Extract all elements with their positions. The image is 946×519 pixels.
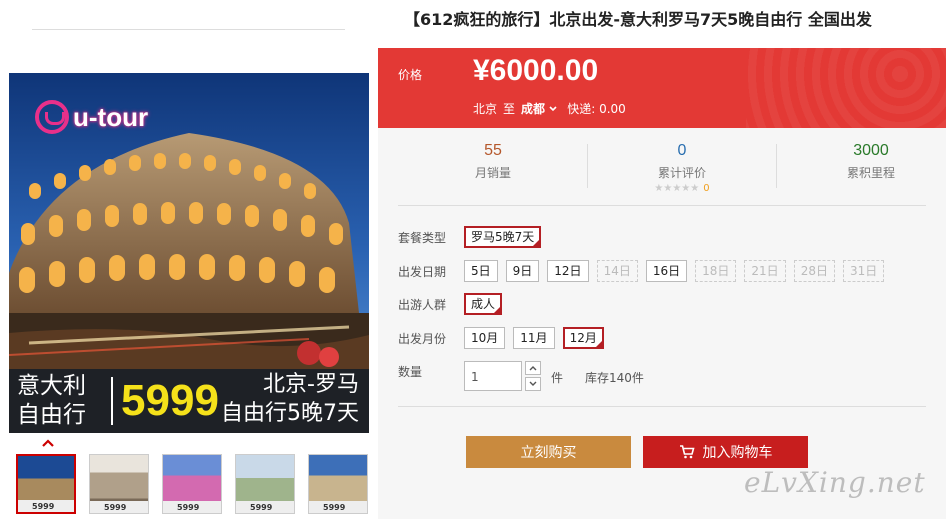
departure-date-options: 5日 9日 12日 14日 16日 18日 21日 28日 31日 xyxy=(464,260,885,282)
traveler-option-adult[interactable]: 成人 xyxy=(464,293,503,315)
date-option-28: 28日 xyxy=(793,260,835,282)
add-to-cart-label: 加入购物车 xyxy=(702,445,773,461)
stats-row: 55 月销量 0 累计评价 ★★★★★ 0 3000 累积里程 xyxy=(378,128,946,200)
thumbnail-price: 5999 xyxy=(250,503,273,512)
thumbnail-price: 5999 xyxy=(32,502,55,511)
quantity-increase-button[interactable] xyxy=(525,361,541,375)
top-divider xyxy=(32,29,345,30)
departure-month-options: 10月 11月 12月 xyxy=(464,327,604,349)
chevron-up-icon xyxy=(529,366,537,371)
quantity-label: 数量 xyxy=(398,365,423,379)
promo-route-line1: 北京-罗马 xyxy=(263,372,359,397)
cart-icon xyxy=(679,445,695,459)
utour-logo-mark xyxy=(35,100,69,134)
buy-now-button[interactable]: 立刻购买 xyxy=(466,436,631,468)
utour-logo-text: u-tour xyxy=(73,101,149,132)
thumbnail-3[interactable]: 5999 xyxy=(162,454,222,514)
travelers-options: 成人 xyxy=(464,293,503,315)
promo-destination: 意大利 自由行 xyxy=(17,372,105,430)
date-option-21: 21日 xyxy=(744,260,786,282)
date-option-12[interactable]: 12日 xyxy=(547,260,589,282)
mileage-value: 3000 xyxy=(853,142,889,159)
thumbnail-price: 5999 xyxy=(177,503,200,512)
package-type-options: 罗马5晚7天 xyxy=(464,226,542,248)
shipping-route: 北京 至 成都 快递: 0.00 xyxy=(473,100,626,117)
date-option-18: 18日 xyxy=(695,260,737,282)
thumbnail-price: 5999 xyxy=(323,503,346,512)
month-option-10[interactable]: 10月 xyxy=(464,327,506,349)
product-title: 【612疯狂的旅行】北京出发-意大利罗马7天5晚自由行 全国出发 xyxy=(404,10,872,29)
mileage-stat: 3000 累积里程 xyxy=(776,142,946,181)
package-type-label: 套餐类型 xyxy=(398,230,447,245)
shipping-fee: 快递: 0.00 xyxy=(567,102,626,116)
rating-stars: ★★★★★ 0 xyxy=(587,183,777,194)
star-icons: ★★★★★ xyxy=(654,183,700,194)
quantity-stepper xyxy=(525,361,541,391)
monthly-sales-stat: 55 月销量 xyxy=(398,142,588,181)
reviews-label: 累计评价 xyxy=(657,166,706,180)
utour-logo: u-tour xyxy=(35,97,148,137)
price-label: 价格 xyxy=(398,68,423,82)
stock-count: 库存140件 xyxy=(585,371,644,385)
promo-price: 5999 xyxy=(121,376,219,425)
to-city-label: 成都 xyxy=(521,102,546,116)
package-type-row: 套餐类型 罗马5晚7天 xyxy=(398,226,542,248)
mileage-label: 累积里程 xyxy=(846,166,895,180)
date-option-16[interactable]: 16日 xyxy=(645,260,688,282)
thumbnail-5[interactable]: 5999 xyxy=(308,454,368,514)
quantity-input[interactable]: 1 xyxy=(464,361,522,391)
promo-destination-line1: 意大利 xyxy=(17,373,86,399)
chevron-down-icon xyxy=(549,106,557,112)
to-word: 至 xyxy=(503,102,516,116)
image-promo-band: 意大利 自由行 5999 北京-罗马 自由行5晚7天 xyxy=(9,369,369,433)
main-product-image[interactable]: u-tour 意大利 自由行 5999 北京-罗马 自由行5晚7天 xyxy=(9,73,369,433)
departure-date-label: 出发日期 xyxy=(398,264,447,279)
promo-separator xyxy=(111,377,113,425)
to-city-select[interactable]: 成都 xyxy=(521,100,557,117)
promo-route: 北京-罗马 自由行5晚7天 xyxy=(221,370,359,428)
chevron-down-icon xyxy=(529,381,537,386)
thumbnail-1[interactable]: 5999 xyxy=(16,454,76,514)
monthly-sales-label: 月销量 xyxy=(474,166,511,180)
quantity-unit: 件 xyxy=(551,371,564,385)
travelers-row: 出游人群 成人 xyxy=(398,293,503,315)
package-option[interactable]: 罗马5晚7天 xyxy=(464,226,542,248)
departure-month-label: 出发月份 xyxy=(398,331,447,346)
month-option-11[interactable]: 11月 xyxy=(513,327,555,349)
thumbnail-4[interactable]: 5999 xyxy=(235,454,295,514)
departure-month-row: 出发月份 10月 11月 12月 xyxy=(398,327,604,349)
thumbnail-strip: 5999 5999 5999 5999 5999 xyxy=(16,454,368,514)
quantity-row: 数量 1 件 库存140件 xyxy=(398,361,644,391)
options-divider xyxy=(398,406,926,407)
date-option-31: 31日 xyxy=(842,260,885,282)
month-option-12[interactable]: 12月 xyxy=(562,327,604,349)
date-option-14: 14日 xyxy=(596,260,638,282)
monthly-sales-value: 55 xyxy=(484,142,502,159)
site-watermark: eLvXing.net xyxy=(744,466,926,499)
add-to-cart-button[interactable]: 加入购物车 xyxy=(643,436,808,468)
chevron-up-icon[interactable] xyxy=(42,437,54,449)
promo-destination-line2: 自由行 xyxy=(17,402,86,428)
price-value: ¥6000.00 xyxy=(473,54,599,87)
reviews-value: 0 xyxy=(677,142,687,159)
departure-date-row: 出发日期 5日 9日 12日 14日 16日 18日 21日 28日 31日 xyxy=(398,260,885,282)
date-option-9[interactable]: 9日 xyxy=(505,260,540,282)
date-option-5[interactable]: 5日 xyxy=(464,260,498,282)
price-panel: 价格 ¥6000.00 北京 至 成都 快递: 0.00 xyxy=(378,48,946,128)
rating-score: 0 xyxy=(703,183,710,194)
reviews-stat[interactable]: 0 累计评价 ★★★★★ 0 xyxy=(587,142,777,194)
travelers-label: 出游人群 xyxy=(398,297,447,312)
promo-route-line2: 自由行5晚7天 xyxy=(221,401,359,426)
quantity-decrease-button[interactable] xyxy=(525,377,541,391)
thumbnail-price: 5999 xyxy=(104,503,127,512)
stats-divider xyxy=(398,205,926,206)
from-city: 北京 xyxy=(473,102,498,116)
thumbnail-2[interactable]: 5999 xyxy=(89,454,149,514)
